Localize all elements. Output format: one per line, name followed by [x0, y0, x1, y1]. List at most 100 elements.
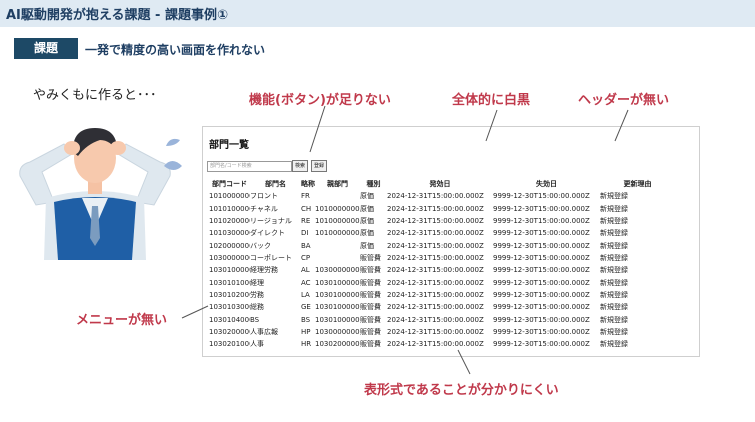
table-row: 1020000000 バック BA 原価 2024-12-31T15:00:00.000…	[209, 240, 675, 252]
table-cell: HP	[301, 327, 311, 336]
issue-tag: 課題	[14, 38, 78, 59]
table-cell: 1030100000	[315, 290, 360, 299]
table-cell: 新規登録	[600, 315, 628, 324]
table-cell: 1030103000	[209, 303, 250, 312]
mock-page-title: 部門一覧	[209, 140, 249, 151]
table-cell: 2024-12-31T15:00:00.000Z	[387, 340, 484, 349]
table-cell: 1010100000	[209, 204, 250, 213]
mock-search-button[interactable]: 検索	[292, 160, 309, 172]
table-cell: 販管費	[360, 340, 381, 349]
table-cell	[315, 190, 360, 202]
table-cell: 1030000000	[315, 266, 360, 275]
mock-search-input[interactable]: 部門名/コード検索	[207, 161, 292, 172]
table-cell: 新規登録	[600, 278, 628, 287]
callout-all-white-black: 全体的に白黒	[452, 93, 531, 108]
table-cell: 1030102000	[209, 290, 250, 299]
slide-header-bar: AI駆動開発が抱える課題 - 課題事例①	[0, 0, 755, 27]
table-cell: 1010200000	[209, 216, 250, 225]
table-cell: FR	[301, 192, 310, 201]
column-header: 略称	[301, 180, 315, 188]
table-cell: CH	[301, 204, 312, 213]
table-cell: HR	[301, 340, 312, 349]
table-cell: 2024-12-31T15:00:00.000Z	[387, 192, 484, 201]
table-cell: BA	[301, 241, 311, 250]
table-cell: 9999-12-30T15:00:00.000Z	[493, 216, 590, 225]
table-cell: 9999-12-30T15:00:00.000Z	[493, 340, 590, 349]
table-cell: CP	[301, 253, 311, 262]
table-cell: RE	[301, 216, 311, 225]
column-header: 種別	[366, 180, 381, 188]
table-cell: 9999-12-30T15:00:00.000Z	[493, 303, 590, 312]
mock-table-header: 部門コード 部門名 略称 親部門 種別 発効日 失効日 更新理由	[209, 178, 675, 190]
table-cell: 新規登録	[600, 340, 628, 349]
table-row: 1030102000 労務 LA 1030100000 販管費 2024-12-31T15…	[209, 289, 675, 301]
table-cell: 2024-12-31T15:00:00.000Z	[387, 290, 484, 299]
callout-no-menu: メニューが無い	[76, 313, 168, 328]
table-cell: 総務	[250, 303, 264, 312]
table-cell: バック	[250, 241, 271, 250]
table-cell: 1030000000	[209, 253, 250, 262]
table-cell: 新規登録	[600, 192, 628, 201]
callout-table-unclear: 表形式であることが分かりにくい	[364, 383, 559, 398]
table-cell: 新規登録	[600, 266, 628, 275]
table-cell: 原価	[360, 204, 374, 213]
table-cell: 新規登録	[600, 253, 628, 262]
table-cell: 1030101000	[209, 278, 250, 287]
table-cell: コーポレート	[250, 253, 292, 262]
callout-missing-buttons: 機能(ボタン)が足りない	[249, 93, 391, 108]
table-cell: 1010000000	[315, 216, 360, 225]
table-cell: ダイレクト	[250, 229, 285, 238]
table-cell: 9999-12-30T15:00:00.000Z	[493, 204, 590, 213]
table-cell: 9999-12-30T15:00:00.000Z	[493, 290, 590, 299]
table-cell: フロント	[250, 192, 278, 201]
table-cell: 新規登録	[600, 229, 628, 238]
table-row: 1030200000 人事広報 HP 1030000000 販管費 2024-12-31T…	[209, 326, 675, 338]
table-cell: 1010000000	[315, 229, 360, 238]
table-cell: 9999-12-30T15:00:00.000Z	[493, 266, 590, 275]
table-row: 1030101000 経理 AC 1030100000 販管費 2024-12-31T15…	[209, 277, 675, 289]
table-row: 1030000000 コーポレート CP 販管費 2024-12-31T15:00:00…	[209, 252, 675, 264]
table-cell: 1010000000	[209, 192, 250, 201]
table-cell: GE	[301, 303, 311, 312]
table-cell: 販管費	[360, 327, 381, 336]
table-cell: 9999-12-30T15:00:00.000Z	[493, 241, 590, 250]
table-cell: 1010300000	[209, 229, 250, 238]
table-row: 1030201000 人事 HR 1030200000 販管費 2024-12-31T15…	[209, 338, 675, 350]
table-cell: 原価	[360, 192, 374, 201]
column-header: 発効日	[429, 180, 451, 188]
table-cell: 1030100000	[315, 303, 360, 312]
table-cell: 1030200000	[209, 327, 250, 336]
mock-register-button[interactable]: 登録	[311, 160, 328, 172]
table-cell: 1030100000	[315, 315, 360, 324]
table-cell: チャネル	[250, 204, 278, 213]
table-cell: 2024-12-31T15:00:00.000Z	[387, 315, 484, 324]
table-cell: 新規登録	[600, 290, 628, 299]
table-cell: 9999-12-30T15:00:00.000Z	[493, 327, 590, 336]
table-cell: 9999-12-30T15:00:00.000Z	[493, 253, 590, 262]
table-cell: 9999-12-30T15:00:00.000Z	[493, 229, 590, 238]
table-cell: 原価	[360, 216, 374, 225]
table-cell: 原価	[360, 241, 374, 250]
table-cell: LA	[301, 290, 310, 299]
mock-table: 部門コード 部門名 略称 親部門 種別 発効日 失効日 更新理由 1010000…	[209, 178, 675, 351]
table-cell: 人事広報	[250, 327, 278, 336]
table-cell: 1020000000	[209, 241, 250, 250]
column-header: 失効日	[536, 180, 557, 188]
table-cell: 2024-12-31T15:00:00.000Z	[387, 327, 484, 336]
table-cell: 2024-12-31T15:00:00.000Z	[387, 204, 484, 213]
callout-no-header: ヘッダーが無い	[578, 93, 670, 108]
issue-summary: 一発で精度の高い画面を作れない	[85, 43, 266, 57]
table-row: 1030100000 経理労務 AL 1030000000 販管費 2024-12-31T…	[209, 264, 675, 276]
table-row: 1030103000 総務 GE 1030100000 販管費 2024-12-31T15…	[209, 301, 675, 313]
table-cell: 1030200000	[315, 340, 360, 349]
table-cell: 2024-12-31T15:00:00.000Z	[387, 216, 484, 225]
table-cell: 2024-12-31T15:00:00.000Z	[387, 266, 484, 275]
table-cell: AL	[301, 266, 310, 275]
table-cell: DI	[301, 229, 309, 238]
table-cell: 9999-12-30T15:00:00.000Z	[493, 192, 590, 201]
table-cell: 販管費	[360, 278, 381, 287]
table-cell: 労務	[250, 290, 264, 299]
slide-title: AI駆動開発が抱える課題 - 課題事例①	[6, 8, 228, 23]
table-cell: 2024-12-31T15:00:00.000Z	[387, 241, 484, 250]
table-cell: 1010000000	[315, 204, 360, 213]
